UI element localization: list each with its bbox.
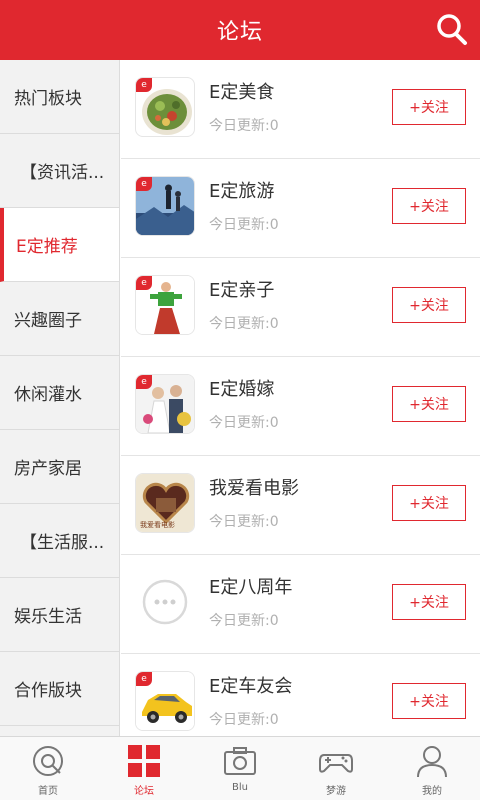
forum-list: e E定美食 今日更新:0 +关注 e E定旅游 今日更新:0 +关注 e E定… xyxy=(121,60,480,736)
forum-row[interactable]: e E定美食 今日更新:0 +关注 xyxy=(121,60,480,159)
forum-row[interactable]: 我爱看电影 我爱看电影 今日更新:0 +关注 xyxy=(121,456,480,555)
parent-child-icon: e xyxy=(135,275,195,335)
grid-icon xyxy=(128,745,160,777)
follow-button[interactable]: +关注 xyxy=(392,584,466,620)
tab-forum[interactable]: 论坛 xyxy=(96,737,192,800)
car-icon: e xyxy=(135,671,195,731)
forum-row[interactable]: e E定旅游 今日更新:0 +关注 xyxy=(121,159,480,258)
food-salad-icon: e xyxy=(135,77,195,137)
tab-label: 首页 xyxy=(38,786,58,797)
follow-button[interactable]: +关注 xyxy=(392,188,466,224)
forum-row[interactable]: e E定车友会 今日更新:0 +关注 xyxy=(121,654,480,736)
sidebar-item-recommend[interactable]: E定推荐 xyxy=(0,208,119,282)
tab-mine[interactable]: 我的 xyxy=(384,737,480,800)
camera-icon xyxy=(224,747,256,775)
forum-name: E定婚嫁 xyxy=(209,379,275,400)
forum-update-count: 今日更新:0 xyxy=(209,514,279,530)
forum-badge: e xyxy=(136,375,152,389)
forum-name: E定八周年 xyxy=(209,577,293,598)
forum-badge: e xyxy=(136,672,152,686)
forum-update-count: 今日更新:0 xyxy=(209,415,279,431)
follow-button[interactable]: +关注 xyxy=(392,89,466,125)
wedding-couple-icon: e xyxy=(135,374,195,434)
forum-update-count: 今日更新:0 xyxy=(209,712,279,728)
sidebar-item-life-service[interactable]: 【生活服... xyxy=(0,504,119,578)
category-sidebar: 热门板块 【资讯活... E定推荐 兴趣圈子 休闲灌水 房产家居 【生活服...… xyxy=(0,60,120,736)
gamepad-icon xyxy=(319,754,353,773)
tab-label: Blu xyxy=(232,782,248,793)
forum-update-count: 今日更新:0 xyxy=(209,316,279,332)
forum-row[interactable]: E定八周年 今日更新:0 +关注 xyxy=(121,555,480,654)
search-icon[interactable] xyxy=(436,12,468,46)
forum-row[interactable]: e E定婚嫁 今日更新:0 +关注 xyxy=(121,357,480,456)
tab-game[interactable]: 梦游 xyxy=(288,737,384,800)
profile-icon xyxy=(417,746,447,778)
forum-badge: e xyxy=(136,78,152,92)
travel-mountain-icon: e xyxy=(135,176,195,236)
forum-badge: e xyxy=(136,276,152,290)
forum-name: E定美食 xyxy=(209,82,275,103)
sidebar-item-entertainment[interactable]: 娱乐生活 xyxy=(0,578,119,652)
forum-row[interactable]: e E定亲子 今日更新:0 +关注 xyxy=(121,258,480,357)
forum-name: E定旅游 xyxy=(209,181,275,202)
tab-label: 我的 xyxy=(422,786,442,797)
forum-update-count: 今日更新:0 xyxy=(209,217,279,233)
home-icon xyxy=(33,746,63,776)
film-logo-text: 我爱看电影 xyxy=(140,521,175,529)
page-title: 论坛 xyxy=(216,20,263,45)
tab-home[interactable]: 首页 xyxy=(0,737,96,800)
forum-badge: e xyxy=(136,177,152,191)
forum-name: 我爱看电影 xyxy=(209,478,299,499)
follow-button[interactable]: +关注 xyxy=(392,287,466,323)
app-header: 论坛 xyxy=(0,0,480,60)
follow-button[interactable]: +关注 xyxy=(392,683,466,719)
sidebar-item-hot[interactable]: 热门板块 xyxy=(0,60,119,134)
forum-name: E定亲子 xyxy=(209,280,275,301)
tab-label: 梦游 xyxy=(326,786,346,797)
sidebar-item-news[interactable]: 【资讯活... xyxy=(0,134,119,208)
sidebar-item-interest[interactable]: 兴趣圈子 xyxy=(0,282,119,356)
forum-update-count: 今日更新:0 xyxy=(209,118,279,134)
follow-button[interactable]: +关注 xyxy=(392,386,466,422)
bottom-tab-bar: 首页 论坛 Blu 梦游 我的 xyxy=(0,736,480,800)
film-heart-icon: 我爱看电影 xyxy=(135,473,195,533)
sidebar-item-leisure[interactable]: 休闲灌水 xyxy=(0,356,119,430)
tab-blu[interactable]: Blu xyxy=(192,737,288,800)
sidebar-item-partner[interactable]: 合作版块 xyxy=(0,652,119,726)
sidebar-item-home[interactable]: 房产家居 xyxy=(0,430,119,504)
chat-bubble-icon xyxy=(135,572,195,632)
forum-name: E定车友会 xyxy=(209,676,293,697)
follow-button[interactable]: +关注 xyxy=(392,485,466,521)
tab-label: 论坛 xyxy=(134,786,154,797)
forum-update-count: 今日更新:0 xyxy=(209,613,279,629)
